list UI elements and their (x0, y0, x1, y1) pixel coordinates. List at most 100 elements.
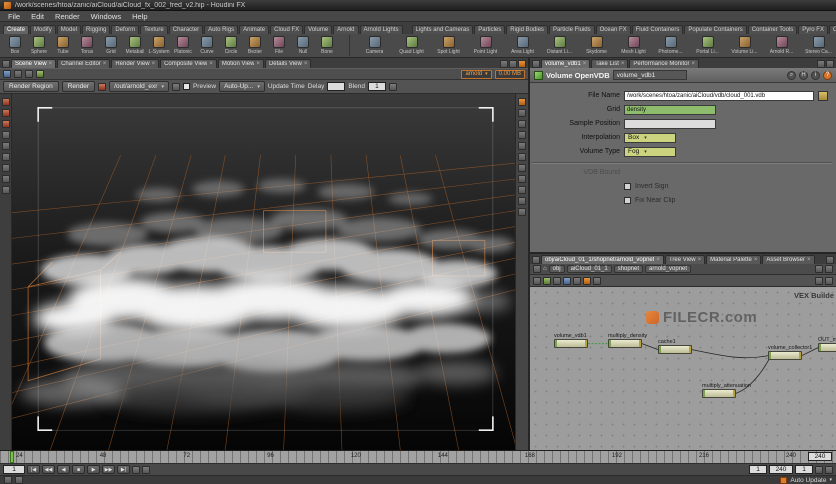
shelf-tool[interactable]: Platonic (171, 36, 195, 55)
range-end-field[interactable] (769, 465, 793, 474)
shelf-tool[interactable]: Circle (219, 36, 243, 55)
preview-checkbox[interactable] (182, 83, 190, 90)
pane-tab[interactable]: obj/aiCloud_01_1/shopnet/arnold_vopnet × (541, 255, 664, 264)
net-layout-icon[interactable] (553, 276, 561, 285)
info-icon[interactable]: i (811, 70, 820, 80)
shelf-tab[interactable]: Texture (140, 25, 168, 34)
shelf-tool[interactable]: Stereo Ca... (800, 36, 836, 55)
snapshot-icon[interactable] (3, 70, 11, 78)
pane-tab[interactable]: Tree View × (664, 255, 706, 264)
shelf-tab[interactable]: Cloth (828, 25, 836, 34)
output-driver-dropdown[interactable]: /out/arnold_exr ▾ (109, 81, 169, 92)
pane-pin-icon[interactable] (817, 60, 825, 68)
pane-tab[interactable]: Render View × (111, 59, 160, 68)
shelf-tab[interactable]: Ocean FX (595, 25, 631, 34)
path-options-icon[interactable] (825, 265, 833, 273)
channel-display-icon[interactable] (25, 70, 33, 78)
shelf-tab[interactable]: Particle Fluids (548, 25, 595, 34)
shelf-tab[interactable]: Auto Rigs (204, 25, 239, 34)
shelf-tab[interactable]: Arnold Lights (359, 25, 403, 34)
pane-tab[interactable]: Performance Monitor × (629, 59, 699, 68)
shelf-tool[interactable]: Tube (51, 36, 75, 55)
shelf-tool[interactable]: Bone (315, 36, 339, 55)
search-icon[interactable]: ⌕ (787, 70, 796, 80)
breadcrumb-segment[interactable]: aiCloud_01_1 (566, 265, 612, 273)
pane-menu-icon[interactable] (532, 256, 540, 264)
shelf-tool[interactable]: Camera (356, 36, 393, 55)
close-icon[interactable]: × (152, 61, 156, 67)
close-icon[interactable]: × (256, 61, 260, 67)
pane-maximize-icon[interactable] (509, 60, 517, 68)
close-icon[interactable]: × (103, 61, 107, 67)
pane-tab[interactable]: Composite View × (160, 59, 217, 68)
net-snap-icon[interactable] (573, 276, 581, 285)
shelf-tool[interactable]: Sphere (27, 36, 51, 55)
delay-field[interactable] (327, 82, 346, 91)
shelf-tool[interactable]: Bezier (243, 36, 267, 55)
shelf-tool[interactable]: Skydome (578, 36, 615, 55)
compare-icon[interactable] (14, 70, 22, 78)
network-node-body[interactable] (554, 339, 588, 348)
shelf-tool[interactable]: Volume Li... (726, 36, 763, 55)
shelf-tool[interactable]: Photome... (652, 36, 689, 55)
camera-lock-icon[interactable] (518, 164, 526, 172)
network-node-body[interactable] (818, 343, 836, 352)
net-color-icon[interactable] (563, 276, 571, 285)
menu-item[interactable]: Edit (26, 12, 49, 21)
shelf-tab[interactable]: Container Tools (747, 25, 798, 34)
menu-item[interactable]: File (3, 12, 25, 21)
menu-item[interactable]: Windows (86, 12, 126, 21)
shelf-tab[interactable]: Modify (30, 25, 56, 34)
memory-status-icon[interactable] (15, 476, 23, 484)
fix-near-clip-checkbox[interactable] (624, 197, 631, 204)
shelf-tab[interactable]: Lights and Cameras (411, 25, 474, 34)
close-icon[interactable]: × (698, 257, 702, 263)
network-node[interactable]: OUT_material (818, 337, 836, 352)
shelf-tool[interactable]: File (267, 36, 291, 55)
shelf-tab[interactable]: Particles (474, 25, 506, 34)
close-icon[interactable]: × (209, 61, 213, 67)
shelf-tool[interactable]: Spot Light (430, 36, 467, 55)
display-points-icon[interactable] (518, 186, 526, 194)
close-icon[interactable]: × (691, 61, 695, 67)
invert-sign-checkbox[interactable] (624, 183, 631, 190)
shelf-tool[interactable]: Curve (195, 36, 219, 55)
shelf-tab[interactable]: Rigid Bodies (506, 25, 548, 34)
net-zoom-icon[interactable] (815, 276, 823, 285)
net-flag-icon[interactable] (583, 276, 591, 285)
shelf-tab[interactable]: Animate (239, 25, 270, 34)
shelf-tab[interactable]: Model (56, 25, 82, 34)
render-region-button[interactable]: Render Region (3, 81, 59, 92)
shelf-tab[interactable]: Deform (111, 25, 140, 34)
grid-toggle-icon[interactable] (1, 175, 10, 183)
display-options-icon[interactable] (1, 186, 10, 194)
shelf-tool[interactable]: Null (291, 36, 315, 55)
rotate-tool-icon[interactable] (1, 120, 10, 128)
close-icon[interactable]: × (49, 61, 53, 67)
close-icon[interactable]: × (807, 257, 811, 263)
shelf-tab[interactable]: Volume (304, 25, 333, 34)
timeline-ruler[interactable]: 24 48 72 96 120 144 168 192 216 240 (0, 451, 836, 464)
background-icon[interactable] (518, 153, 526, 161)
network-node[interactable]: cache1 (658, 339, 704, 354)
pane-tab[interactable]: Material Palette × (706, 255, 762, 264)
shelf-tool[interactable]: Area Light (504, 36, 541, 55)
blend-field[interactable] (367, 82, 386, 91)
node-name-field[interactable] (612, 70, 687, 80)
pane-split-icon[interactable] (826, 60, 834, 68)
transport-button[interactable]: ◀◀ (42, 465, 55, 474)
wireframe-icon[interactable] (518, 131, 526, 139)
pane-tab[interactable]: Asset Browser × (762, 255, 815, 264)
transport-button[interactable]: ▶| (117, 465, 130, 474)
network-node-body[interactable] (608, 339, 642, 348)
close-icon[interactable]: × (304, 61, 308, 67)
help-icon[interactable]: H (799, 70, 808, 80)
move-tool-icon[interactable] (1, 109, 10, 117)
transport-button[interactable]: ▶ (87, 465, 100, 474)
loop-mode-icon[interactable] (132, 465, 140, 474)
pin-icon[interactable] (533, 265, 541, 273)
breadcrumb-segment[interactable]: arnold_vopnet (645, 265, 692, 273)
network-node-body[interactable] (658, 345, 692, 354)
shelf-tool[interactable]: Distant Li... (541, 36, 578, 55)
persp-view-icon[interactable] (518, 98, 526, 106)
